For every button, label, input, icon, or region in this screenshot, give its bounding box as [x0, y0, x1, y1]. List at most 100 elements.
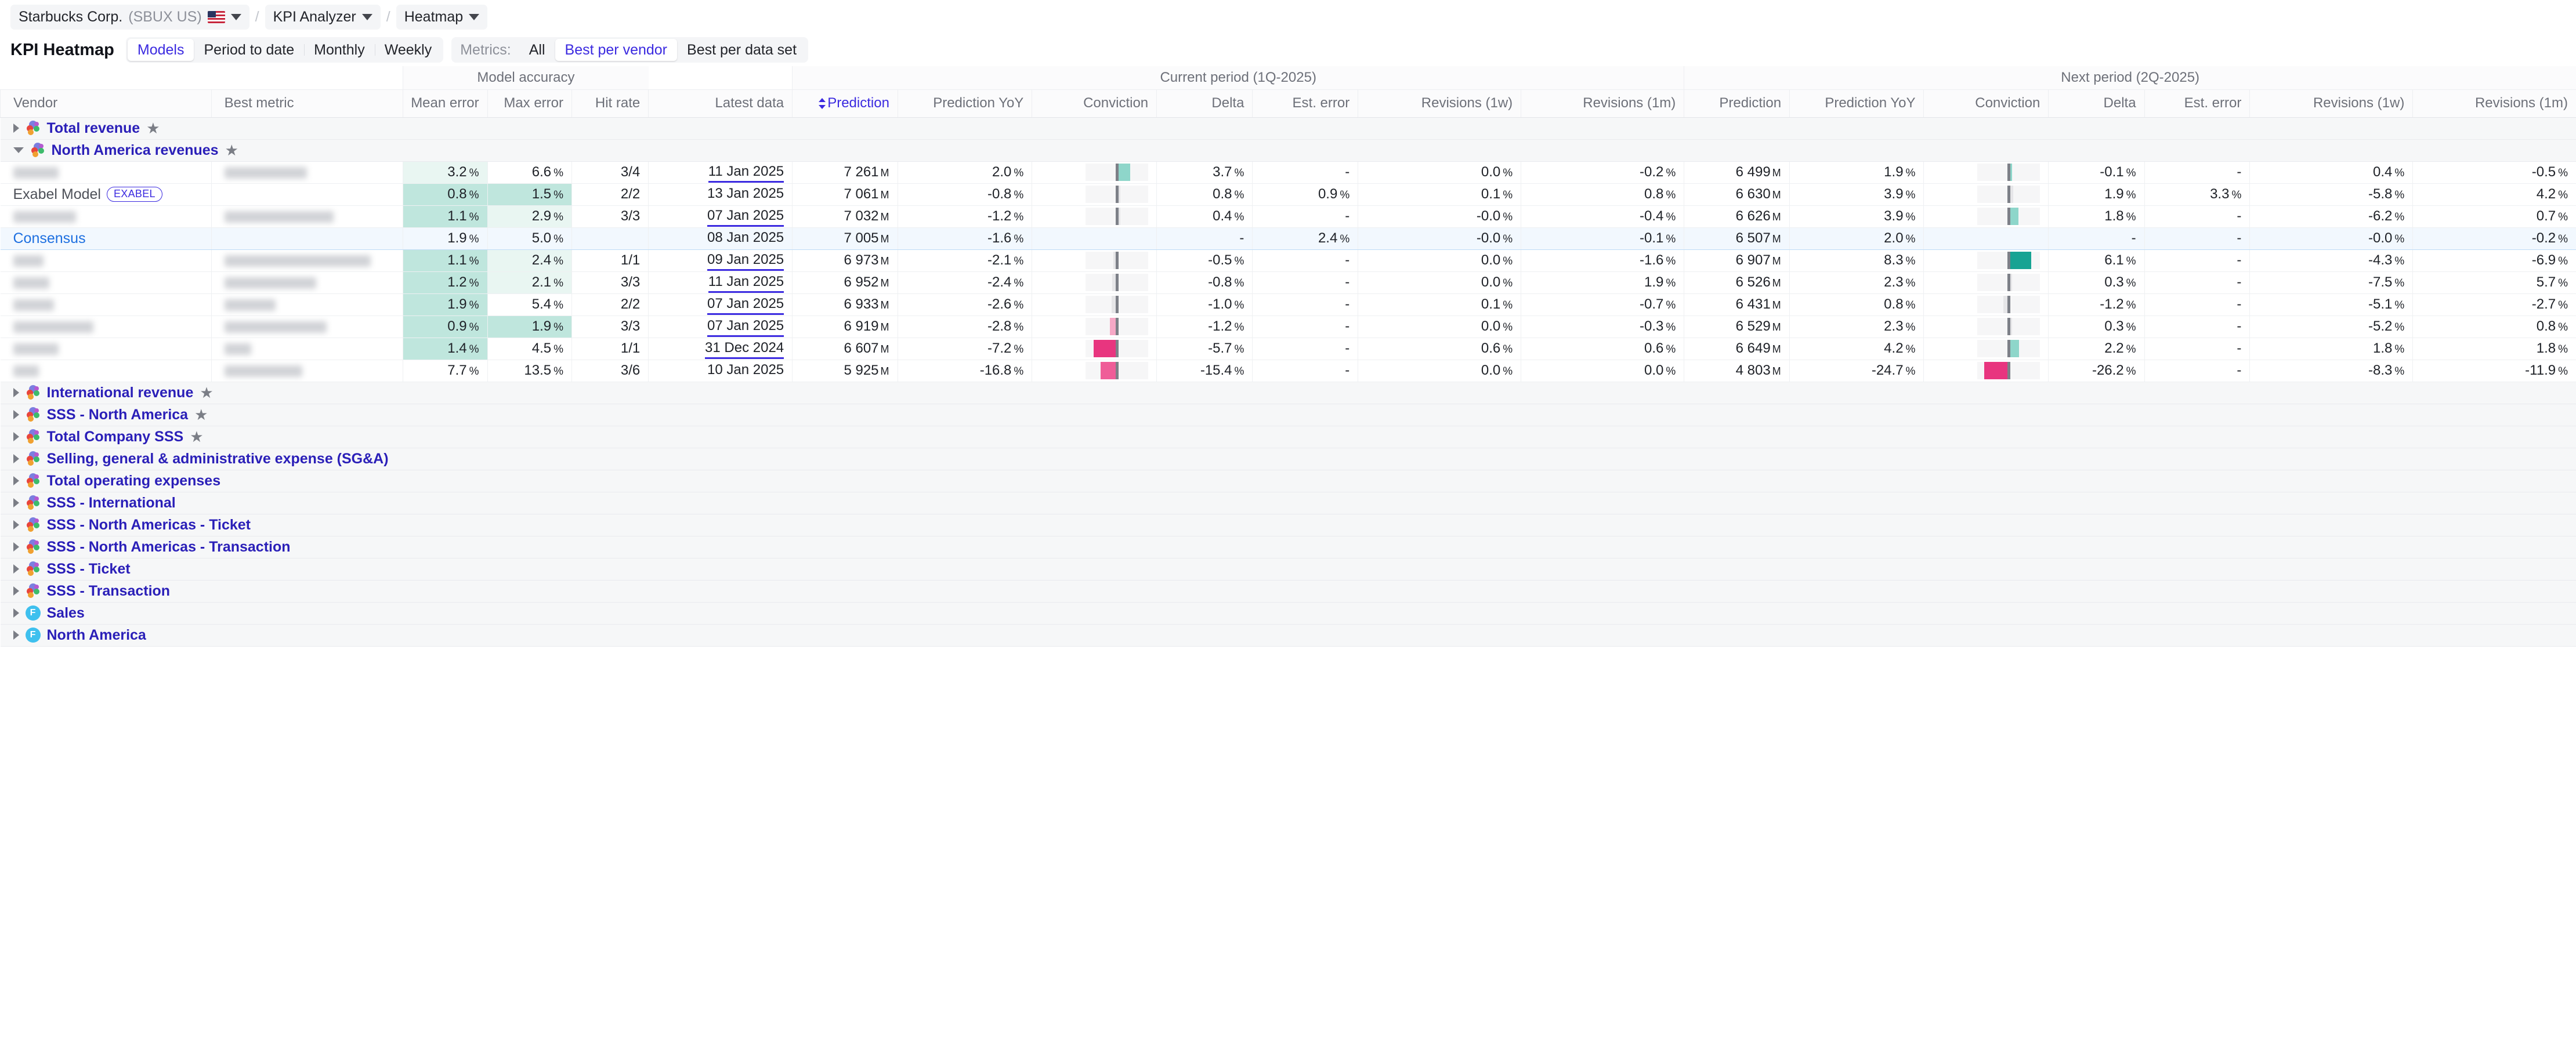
next-est-error-cell: -	[2144, 293, 2250, 316]
column-header-prediction-6[interactable]: Prediction	[792, 89, 898, 118]
column-header-est-error-17[interactable]: Est. error	[2144, 89, 2250, 118]
column-header-revisions-1m--12[interactable]: Revisions (1m)	[1521, 89, 1684, 118]
table-row[interactable]: Consensus 1.9% 5.0% 08 Jan 2025 7 005 M -…	[0, 227, 2576, 250]
breadcrumb-view-selector[interactable]: Heatmap	[396, 4, 488, 30]
breadcrumb-company-selector[interactable]: Starbucks Corp. (SBUX US)	[10, 4, 249, 30]
expand-toggle-icon[interactable]	[13, 630, 19, 640]
favorite-star-icon[interactable]: ★	[146, 121, 161, 136]
expand-toggle-icon[interactable]	[13, 147, 24, 153]
column-header-conviction-15[interactable]: Conviction	[1923, 89, 2049, 118]
group-row[interactable]: Total revenue ★	[0, 117, 2576, 140]
column-header-prediction-yoy-14[interactable]: Prediction YoY	[1789, 89, 1924, 118]
group-row-cell[interactable]: SSS - Transaction	[0, 579, 2576, 603]
group-row[interactable]: SSS - North Americas - Transaction	[0, 535, 2576, 558]
group-row-cell[interactable]: SSS - International	[0, 491, 2576, 514]
breadcrumb-view-name: Heatmap	[404, 8, 464, 25]
expand-toggle-icon[interactable]	[13, 586, 19, 596]
column-header-revisions-1w--18[interactable]: Revisions (1w)	[2249, 89, 2413, 118]
group-row[interactable]: International revenue ★	[0, 381, 2576, 404]
latest-data-date[interactable]: 07 Jan 2025	[707, 318, 784, 337]
group-row[interactable]: F Sales	[0, 601, 2576, 625]
expand-toggle-icon[interactable]	[13, 498, 19, 507]
column-header-mean-error-2[interactable]: Mean error	[403, 89, 488, 118]
view-tab-models[interactable]: Models	[127, 39, 194, 61]
metric-tab-best-per-vendor[interactable]: Best per vendor	[555, 39, 678, 61]
favorite-star-icon[interactable]: ★	[225, 143, 240, 158]
column-header-delta-16[interactable]: Delta	[2048, 89, 2145, 118]
table-row[interactable]: 1.2% 2.1% 3/3 11 Jan 2025 6 952 M -2.4% -…	[0, 271, 2576, 294]
group-row[interactable]: Total operating expenses	[0, 469, 2576, 492]
expand-toggle-icon[interactable]	[13, 410, 19, 419]
group-row-cell[interactable]: Total Company SSS ★	[0, 425, 2576, 448]
group-row[interactable]: SSS - North Americas - Ticket	[0, 513, 2576, 536]
group-row-cell[interactable]: North America revenues ★	[0, 139, 2576, 162]
table-row[interactable]: 1.9% 5.4% 2/2 07 Jan 2025 6 933 M -2.6% -…	[0, 293, 2576, 316]
table-row[interactable]: Exabel Model EXABEL 0.8% 1.5% 2/2 13 Jan …	[0, 183, 2576, 206]
column-header-conviction-8[interactable]: Conviction	[1032, 89, 1157, 118]
column-header-est-error-10[interactable]: Est. error	[1252, 89, 1358, 118]
expand-toggle-icon[interactable]	[13, 124, 19, 133]
group-row[interactable]: SSS - International	[0, 491, 2576, 514]
group-row-cell[interactable]: Selling, general & administrative expens…	[0, 447, 2576, 470]
group-row-cell[interactable]: F Sales	[0, 601, 2576, 625]
group-row-cell[interactable]: SSS - Ticket	[0, 557, 2576, 581]
expand-toggle-icon[interactable]	[13, 454, 19, 463]
group-row-cell[interactable]: Total operating expenses	[0, 469, 2576, 492]
expand-toggle-icon[interactable]	[13, 564, 19, 574]
view-tab-weekly[interactable]: Weekly	[374, 39, 442, 61]
view-tab-period-to-date[interactable]: Period to date	[194, 39, 304, 61]
column-header-prediction-yoy-7[interactable]: Prediction YoY	[897, 89, 1032, 118]
column-header-revisions-1w--11[interactable]: Revisions (1w)	[1358, 89, 1521, 118]
expand-toggle-icon[interactable]	[13, 432, 19, 441]
latest-data-date[interactable]: 11 Jan 2025	[708, 164, 784, 183]
column-header-best-metric-1[interactable]: Best metric	[211, 89, 403, 118]
table-row[interactable]: 3.2% 6.6% 3/4 11 Jan 2025 7 261 M 2.0% 3.…	[0, 161, 2576, 184]
table-row[interactable]: 1.1% 2.4% 1/1 09 Jan 2025 6 973 M -2.1% -…	[0, 249, 2576, 272]
column-header-prediction-13[interactable]: Prediction	[1684, 89, 1790, 118]
table-row[interactable]: 0.9% 1.9% 3/3 07 Jan 2025 6 919 M -2.8% -…	[0, 315, 2576, 338]
group-row-cell[interactable]: SSS - North America ★	[0, 403, 2576, 426]
expand-toggle-icon[interactable]	[13, 520, 19, 530]
expand-toggle-icon[interactable]	[13, 388, 19, 397]
group-row[interactable]: Total Company SSS ★	[0, 425, 2576, 448]
expand-toggle-icon[interactable]	[13, 476, 19, 485]
group-row[interactable]: SSS - Transaction	[0, 579, 2576, 603]
column-header-max-error-3[interactable]: Max error	[487, 89, 572, 118]
vendor-name[interactable]: Consensus	[13, 230, 86, 246]
view-tab-monthly[interactable]: Monthly	[304, 39, 375, 61]
metrics-tab-group: Metrics: All Best per vendor Best per data …	[451, 37, 809, 63]
group-row[interactable]: North America revenues ★	[0, 139, 2576, 162]
column-header-latest-data-5[interactable]: Latest data	[648, 89, 793, 118]
current-prediction-cell: 6 973 M	[792, 249, 898, 272]
column-header-revisions-1m--19[interactable]: Revisions (1m)	[2412, 89, 2576, 118]
group-row[interactable]: SSS - North America ★	[0, 403, 2576, 426]
favorite-star-icon[interactable]: ★	[190, 429, 205, 444]
latest-data-date[interactable]: 07 Jan 2025	[707, 296, 784, 315]
table-row[interactable]: 1.1% 2.9% 3/3 07 Jan 2025 7 032 M -1.2% 0…	[0, 205, 2576, 228]
group-row-cell[interactable]: F North America	[0, 623, 2576, 647]
group-row-cell[interactable]: SSS - North Americas - Ticket	[0, 513, 2576, 536]
expand-toggle-icon[interactable]	[13, 542, 19, 552]
group-row-cell[interactable]: Total revenue ★	[0, 117, 2576, 140]
column-header-vendor-0[interactable]: Vendor	[0, 89, 212, 118]
table-row[interactable]: 7.7% 13.5% 3/6 10 Jan 2025 5 925 M -16.8%…	[0, 360, 2576, 382]
latest-data-date[interactable]: 07 Jan 2025	[707, 208, 784, 227]
column-header-delta-9[interactable]: Delta	[1156, 89, 1253, 118]
group-row-cell[interactable]: International revenue ★	[0, 381, 2576, 404]
latest-data-date[interactable]: 31 Dec 2024	[705, 340, 784, 359]
group-row[interactable]: F North America	[0, 623, 2576, 647]
column-header-hit-rate-4[interactable]: Hit rate	[571, 89, 649, 118]
vendor-cell	[0, 205, 212, 228]
expand-toggle-icon[interactable]	[13, 608, 19, 618]
latest-data-date[interactable]: 11 Jan 2025	[708, 274, 784, 293]
group-row-cell[interactable]: SSS - North Americas - Transaction	[0, 535, 2576, 558]
latest-data-date[interactable]: 09 Jan 2025	[707, 252, 784, 271]
favorite-star-icon[interactable]: ★	[194, 407, 209, 422]
breadcrumb-app-selector[interactable]: KPI Analyzer	[265, 4, 381, 30]
group-row[interactable]: Selling, general & administrative expens…	[0, 447, 2576, 470]
group-row[interactable]: SSS - Ticket	[0, 557, 2576, 581]
table-row[interactable]: 1.4% 4.5% 1/1 31 Dec 2024 6 607 M -7.2% -…	[0, 338, 2576, 360]
favorite-star-icon[interactable]: ★	[200, 385, 215, 400]
metric-tab-all[interactable]: All	[519, 39, 555, 61]
metric-tab-best-per-data-set[interactable]: Best per data set	[677, 39, 806, 61]
